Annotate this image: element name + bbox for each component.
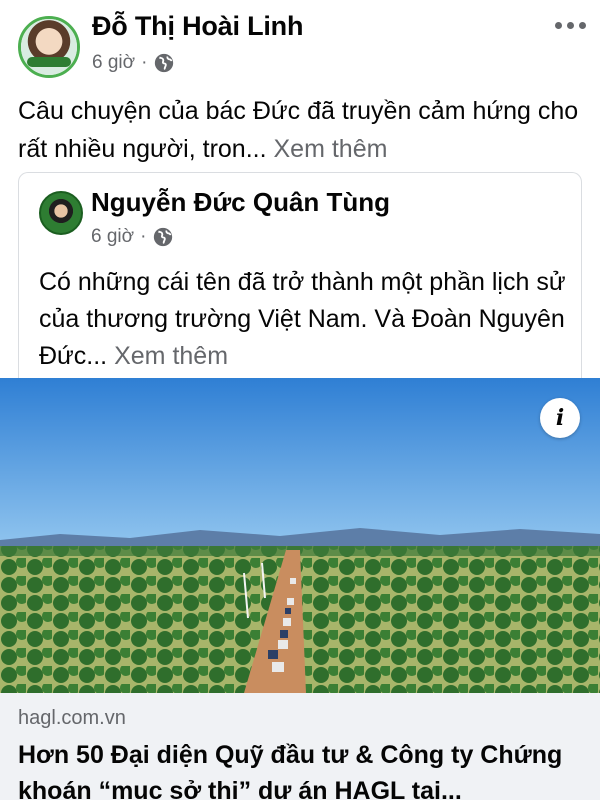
- meta-separator: ·: [141, 52, 148, 73]
- author-avatar[interactable]: [18, 16, 80, 78]
- link-preview-image[interactable]: i: [0, 378, 600, 693]
- more-dots-icon[interactable]: [555, 22, 586, 29]
- shared-post-text: Có những cái tên đã trở thành một phần l…: [39, 264, 579, 375]
- post-see-more-link[interactable]: Xem thêm: [274, 135, 388, 163]
- shared-post-meta: 6 giờ ·: [91, 226, 174, 248]
- post-text: Câu chuyện của bác Đức đã truyền cảm hứn…: [18, 92, 588, 168]
- link-headline[interactable]: Hơn 50 Đại diện Quỹ đầu tư & Công ty Chứ…: [18, 737, 588, 800]
- globe-icon[interactable]: [153, 52, 175, 74]
- link-domain: hagl.com.vn: [18, 707, 126, 729]
- shared-post-time[interactable]: 6 giờ: [91, 226, 134, 248]
- globe-icon[interactable]: [152, 226, 174, 248]
- author-name[interactable]: Đỗ Thị Hoài Linh: [92, 11, 303, 42]
- post-time[interactable]: 6 giờ: [92, 52, 135, 74]
- link-preview-footer[interactable]: hagl.com.vn Hơn 50 Đại diện Quỹ đầu tư &…: [0, 693, 600, 800]
- post-meta: 6 giờ ·: [92, 52, 175, 74]
- info-icon[interactable]: i: [540, 398, 580, 438]
- post-header: Đỗ Thị Hoài Linh 6 giờ ·: [0, 0, 600, 86]
- shared-author-avatar[interactable]: [39, 191, 83, 235]
- meta-separator: ·: [140, 226, 147, 247]
- shared-author-name[interactable]: Nguyễn Đức Quân Tùng: [91, 187, 390, 218]
- shared-see-more-link[interactable]: Xem thêm: [114, 342, 228, 370]
- orchard-photo: [0, 378, 600, 693]
